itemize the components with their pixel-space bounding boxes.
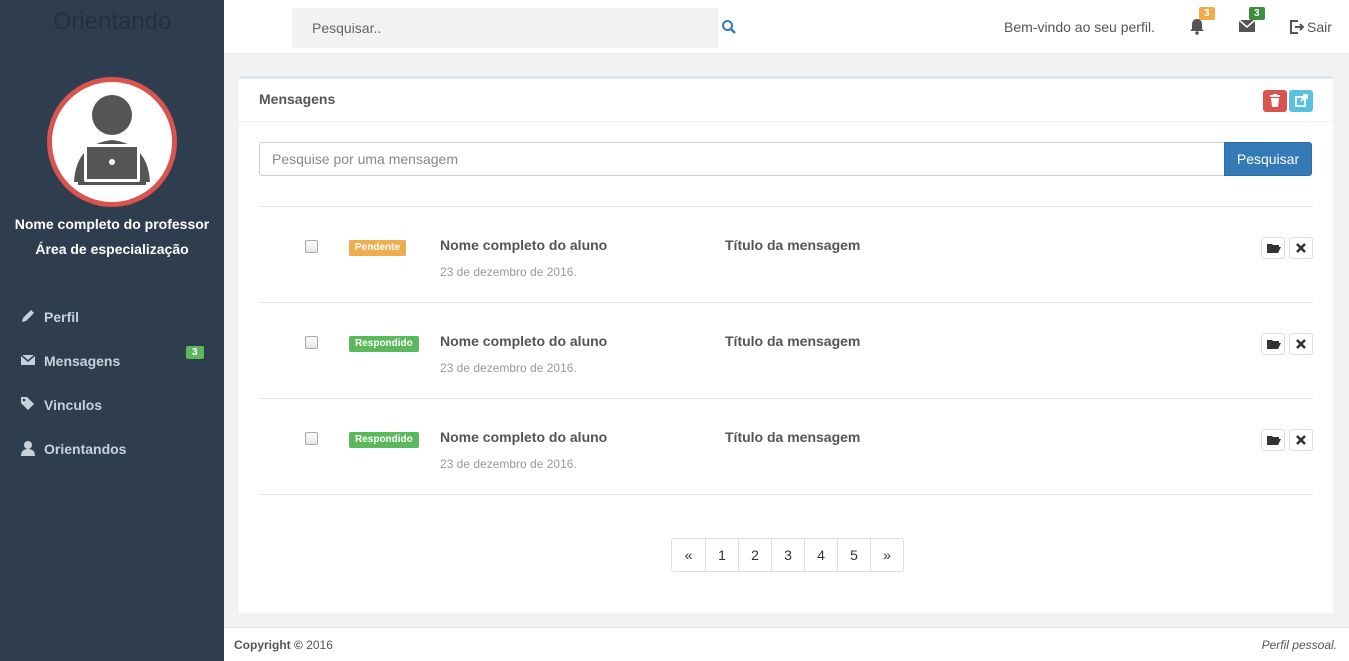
message-row[interactable]: Respondido Nome completo do aluno 23 de …: [259, 399, 1313, 495]
folder-open-icon: [1267, 436, 1281, 445]
message-list: Pendente Nome completo do aluno 23 de de…: [259, 206, 1313, 495]
message-title[interactable]: Título da mensagem: [725, 333, 860, 349]
message-author: Nome completo do aluno: [440, 429, 608, 445]
logout-label: Sair: [1307, 19, 1332, 35]
logout-link[interactable]: Sair: [1290, 19, 1332, 35]
logout-icon: [1290, 20, 1305, 34]
envelope-icon: [20, 354, 36, 365]
page-prev[interactable]: «: [672, 539, 705, 571]
footer-text: Perfil pessoal.: [1261, 638, 1337, 652]
search-input[interactable]: [292, 8, 718, 48]
avatar: [47, 77, 177, 207]
copyright: Copyright © 2016: [234, 638, 333, 652]
delete-message-button[interactable]: [1289, 237, 1313, 259]
messages-count-badge: 3: [186, 346, 204, 359]
message-author: Nome completo do aluno: [440, 237, 608, 253]
sidebar-item-vinculos[interactable]: Vinculos: [0, 383, 224, 427]
close-icon: [1296, 435, 1306, 445]
page-5[interactable]: 5: [837, 539, 870, 571]
message-row[interactable]: Pendente Nome completo do aluno 23 de de…: [259, 207, 1313, 303]
panel-title: Mensagens: [259, 91, 336, 107]
sidebar: Orientando Nome completo do professor Ár…: [0, 0, 224, 661]
open-message-button[interactable]: [1261, 333, 1285, 355]
messages-badge: 3: [1249, 7, 1265, 20]
copyright-year: 2016: [306, 638, 333, 652]
sidebar-item-label: Orientandos: [44, 441, 127, 457]
delete-selected-button[interactable]: [1263, 90, 1287, 112]
messages-panel: Mensagens Pesquisar Pendente Nome comple…: [239, 76, 1333, 613]
delete-message-button[interactable]: [1289, 429, 1313, 451]
sidebar-item-label: Perfil: [44, 309, 80, 325]
message-search-button[interactable]: Pesquisar: [1224, 142, 1312, 176]
divider: [239, 121, 1333, 122]
search-icon[interactable]: [721, 19, 737, 35]
open-message-button[interactable]: [1261, 429, 1285, 451]
professor-name: Nome completo do professor: [14, 216, 210, 232]
close-icon: [1296, 339, 1306, 349]
new-message-button[interactable]: [1289, 90, 1313, 112]
welcome-text: Bem-vindo ao seu perfil.: [1004, 19, 1155, 35]
message-title[interactable]: Título da mensagem: [725, 429, 860, 445]
copyright-label: Copyright ©: [234, 638, 303, 652]
notifications-badge: 3: [1199, 7, 1215, 20]
page-next[interactable]: »: [870, 539, 903, 571]
page-4[interactable]: 4: [804, 539, 837, 571]
message-date: 23 de dezembro de 2016.: [440, 265, 577, 279]
page-1[interactable]: 1: [705, 539, 738, 571]
sidebar-item-orientandos[interactable]: Orientandos: [0, 427, 224, 471]
close-icon: [1296, 243, 1306, 253]
pagination: « 1 2 3 4 5 »: [671, 538, 904, 572]
message-date: 23 de dezembro de 2016.: [440, 457, 577, 471]
sidebar-item-mensagens[interactable]: Mensagens 3: [0, 339, 224, 383]
status-badge: Respondido: [349, 432, 419, 448]
message-checkbox[interactable]: [305, 336, 318, 349]
footer: Copyright © 2016 Perfil pessoal.: [224, 627, 1349, 661]
message-checkbox[interactable]: [305, 240, 318, 253]
topbar: Bem-vindo ao seu perfil. 3 3 Sair: [224, 0, 1349, 54]
message-title[interactable]: Título da mensagem: [725, 237, 860, 253]
message-date: 23 de dezembro de 2016.: [440, 361, 577, 375]
sidebar-item-label: Vinculos: [44, 397, 103, 413]
sidebar-item-perfil[interactable]: Perfil: [0, 295, 224, 339]
user-laptop-icon: [74, 95, 150, 185]
tags-icon: [21, 397, 34, 410]
open-message-button[interactable]: [1261, 237, 1285, 259]
user-icon: [21, 441, 35, 456]
message-checkbox[interactable]: [305, 432, 318, 445]
status-badge: Pendente: [349, 240, 407, 256]
envelope-icon[interactable]: [1239, 19, 1255, 33]
message-author: Nome completo do aluno: [440, 333, 608, 349]
message-row[interactable]: Respondido Nome completo do aluno 23 de …: [259, 303, 1313, 399]
folder-open-icon: [1267, 244, 1281, 253]
panel-tools: [1261, 90, 1313, 112]
sidebar-item-label: Mensagens: [44, 353, 121, 369]
trash-icon: [1270, 94, 1280, 107]
page-3[interactable]: 3: [771, 539, 804, 571]
professor-area: Área de especialização: [35, 241, 189, 257]
status-badge: Respondido: [349, 336, 419, 352]
pencil-icon: [22, 310, 34, 322]
page-2[interactable]: 2: [738, 539, 771, 571]
message-search-input[interactable]: [259, 142, 1225, 176]
brand-logo[interactable]: Orientando: [0, 8, 224, 36]
external-link-icon: [1295, 94, 1308, 107]
folder-open-icon: [1267, 340, 1281, 349]
delete-message-button[interactable]: [1289, 333, 1313, 355]
